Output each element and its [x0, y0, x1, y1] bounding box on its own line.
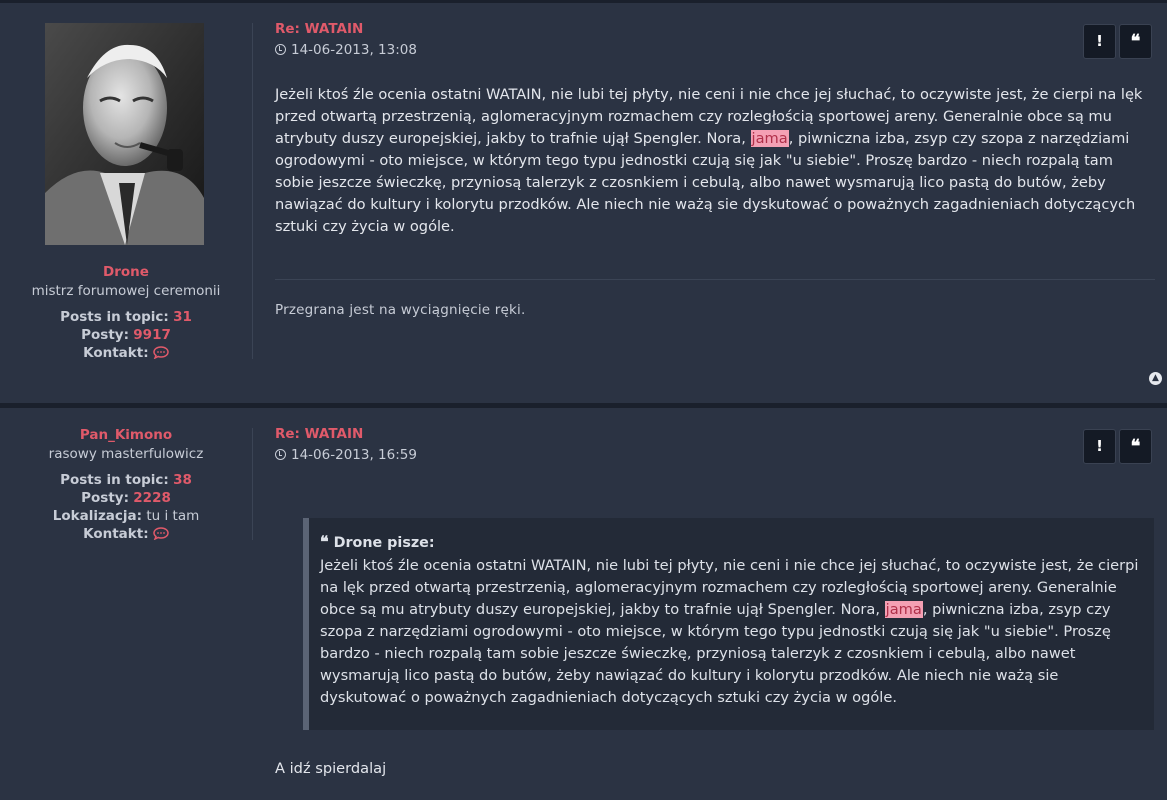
location-value: tu i tam	[146, 508, 200, 524]
highlighted-word: jama	[750, 130, 789, 147]
posts-count-label: Posty:	[81, 327, 129, 343]
post-1: Drone mistrz forumowej ceremonii Posts i…	[0, 3, 1167, 403]
location-label: Lokalizacja:	[52, 508, 143, 524]
speech-bubble-icon[interactable]	[153, 527, 169, 541]
user-stats: Posts in topic: 38 Posty: 2228 Lokalizac…	[0, 471, 252, 543]
report-button[interactable]: !	[1083, 24, 1116, 59]
quote-author: Drone pisze:	[333, 535, 435, 551]
user-stats: Posts in topic: 31 Posty: 9917 Kontakt:	[0, 308, 252, 362]
avatar	[45, 23, 204, 245]
highlighted-word: jama	[884, 601, 923, 618]
contact-label: Kontakt:	[83, 526, 149, 542]
avatar-image	[45, 23, 204, 245]
posts-in-topic-value[interactable]: 38	[173, 472, 192, 488]
post-divider	[252, 23, 253, 359]
post-title[interactable]: Re: WATAIN	[275, 426, 363, 442]
clock-icon	[275, 449, 286, 460]
quote-button[interactable]: ❝	[1119, 429, 1152, 464]
post-date: 14-06-2013, 13:08	[275, 42, 417, 58]
post-date: 14-06-2013, 16:59	[275, 447, 417, 463]
quote-body: Jeżeli ktoś źle ocenia ostatni WATAIN, n…	[320, 555, 1140, 709]
user-rank: mistrz forumowej ceremonii	[31, 283, 221, 299]
quote-block: ❝ Drone pisze: Jeżeli ktoś źle ocenia os…	[303, 518, 1154, 730]
quote-header: ❝ Drone pisze:	[320, 532, 1140, 551]
post-date-text: 14-06-2013, 16:59	[291, 447, 417, 463]
speech-bubble-icon[interactable]	[153, 346, 169, 360]
signature: Przegrana jest na wyciągnięcie ręki.	[275, 302, 526, 318]
posts-in-topic-label: Posts in topic:	[60, 309, 169, 325]
back-to-top-icon[interactable]: ▲	[1149, 372, 1162, 385]
posts-count-value[interactable]: 2228	[133, 490, 171, 506]
posts-in-topic-value[interactable]: 31	[173, 309, 192, 325]
reply-text: A idź spierdalaj	[275, 760, 387, 777]
username[interactable]: Pan_Kimono	[0, 427, 252, 443]
username[interactable]: Drone	[0, 264, 252, 280]
user-rank: rasowy masterfulowicz	[48, 446, 204, 462]
signature-divider	[275, 279, 1155, 280]
post-2: Pan_Kimono rasowy masterfulowicz Posts i…	[0, 408, 1167, 800]
contact-label: Kontakt:	[83, 345, 149, 361]
posts-in-topic-label: Posts in topic:	[60, 472, 169, 488]
posts-count-label: Posty:	[81, 490, 129, 506]
quote-button[interactable]: ❝	[1119, 24, 1152, 59]
clock-icon	[275, 44, 286, 55]
posts-count-value[interactable]: 9917	[133, 327, 171, 343]
post-title[interactable]: Re: WATAIN	[275, 21, 363, 37]
post-content: Jeżeli ktoś źle ocenia ostatni WATAIN, n…	[275, 84, 1155, 238]
post-divider	[252, 428, 253, 540]
quote-icon: ❝	[320, 532, 329, 551]
post-date-text: 14-06-2013, 13:08	[291, 42, 417, 58]
report-button[interactable]: !	[1083, 429, 1116, 464]
user-profile: Pan_Kimono rasowy masterfulowicz Posts i…	[0, 427, 252, 543]
user-profile: Drone mistrz forumowej ceremonii Posts i…	[0, 264, 252, 362]
